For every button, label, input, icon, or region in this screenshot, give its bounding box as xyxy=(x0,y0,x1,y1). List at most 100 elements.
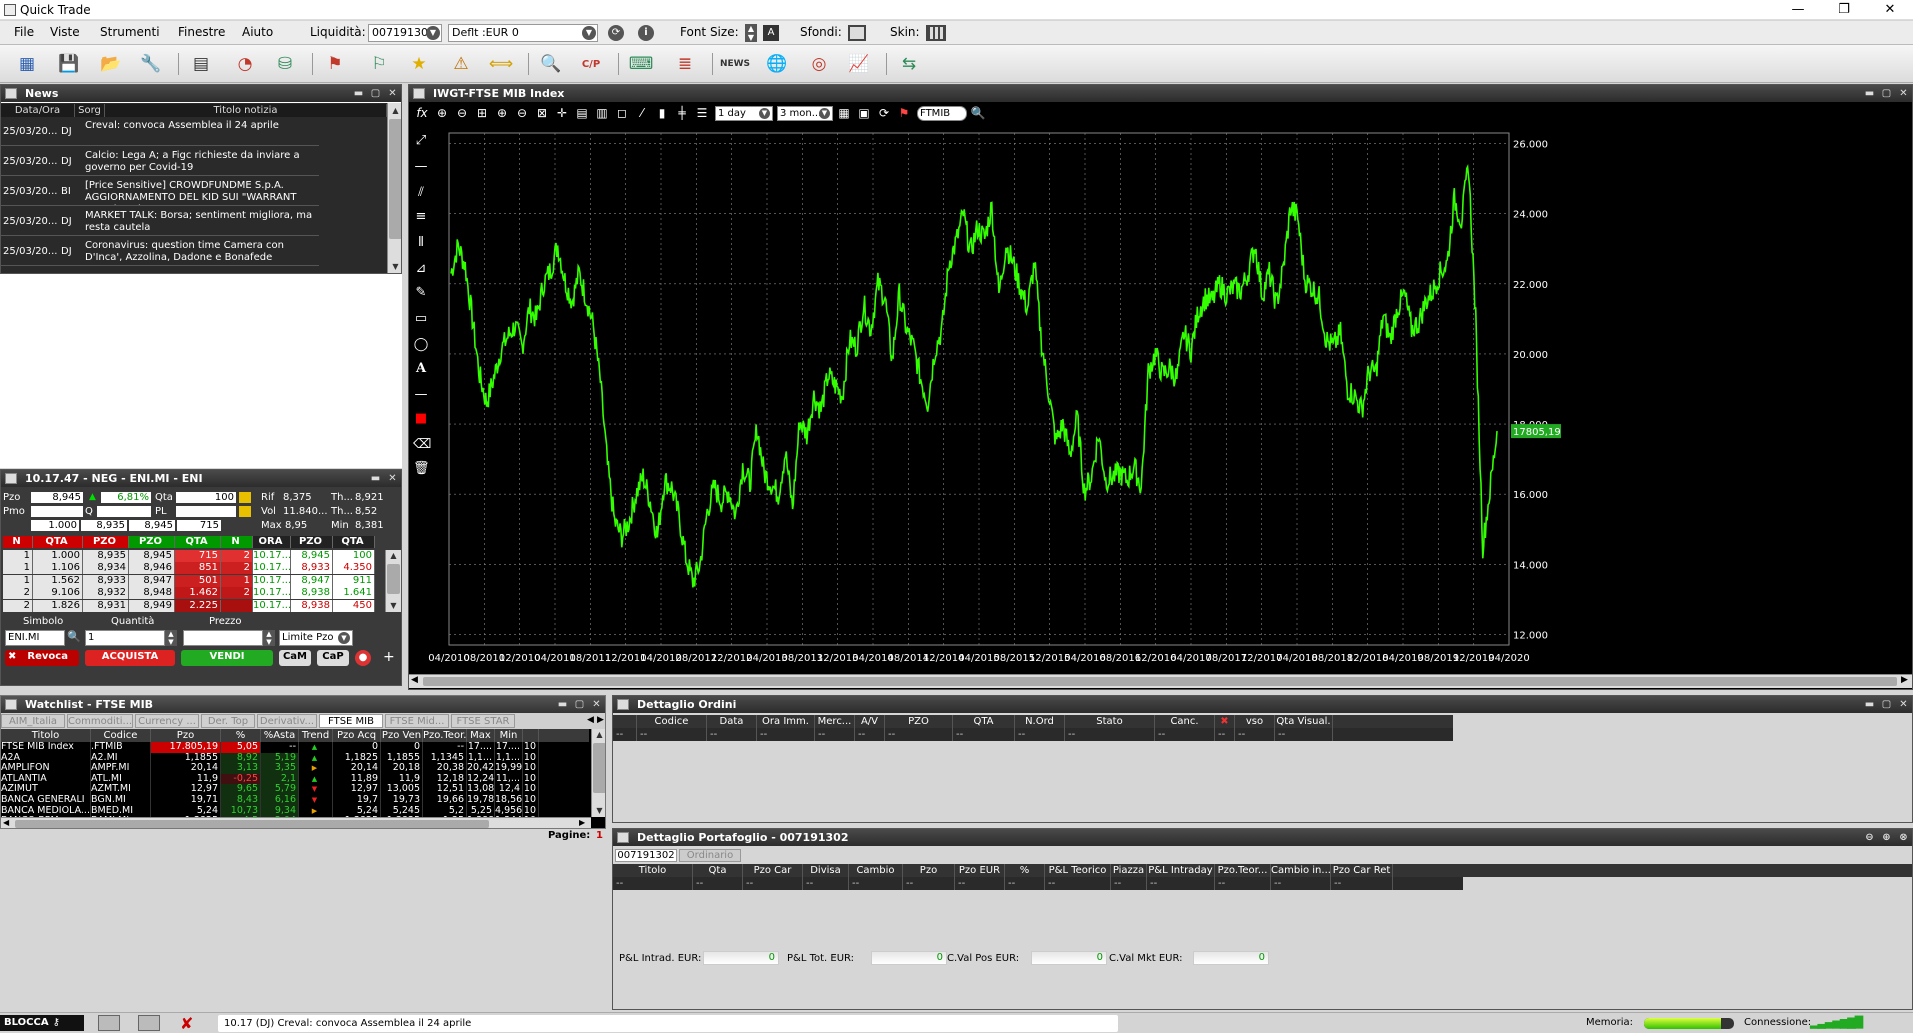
minimize-icon[interactable]: ▬ xyxy=(352,87,365,100)
sync-icon[interactable]: ⇆ xyxy=(894,51,924,77)
col-header[interactable]: Piazza xyxy=(1111,864,1147,877)
close-icon[interactable]: ✕ xyxy=(590,698,603,711)
symbol-input[interactable]: ENI.MI xyxy=(5,630,65,646)
chevron-down-icon[interactable]: ▼ xyxy=(819,108,830,119)
news-row[interactable]: 25/03/20... DJ Calcio: Lega A; a Figc rich… xyxy=(1,148,319,176)
scroll-down-icon[interactable]: ▼ xyxy=(592,805,605,817)
vgrid-icon[interactable]: ▥ xyxy=(593,103,611,123)
quantity-stepper[interactable]: ▲ ▼ xyxy=(165,630,177,646)
col-header[interactable]: Titolo xyxy=(613,864,693,877)
close-icon[interactable]: ⊗ xyxy=(1897,831,1910,844)
minimize-button[interactable]: — xyxy=(1775,0,1821,20)
add-icon[interactable]: + xyxy=(383,649,395,665)
scroll-right-icon[interactable]: ▶ xyxy=(1901,675,1908,685)
cancel-all-icon[interactable]: ✖ xyxy=(1215,715,1235,728)
close-icon[interactable]: ✕ xyxy=(386,87,399,100)
minimize-icon[interactable]: ▬ xyxy=(369,472,382,485)
scroll-down-icon[interactable]: ▼ xyxy=(388,261,401,273)
close-icon[interactable]: ✕ xyxy=(1897,87,1910,100)
col-header[interactable]: Sorg xyxy=(75,104,105,117)
watchlist-hscrollbar[interactable]: ◀ ▶ xyxy=(1,817,591,828)
col-header[interactable]: Pzo.Teor... xyxy=(1215,864,1271,877)
close-button[interactable]: ✕ xyxy=(1867,0,1913,20)
buy-flag-icon[interactable]: ⚐ xyxy=(364,51,394,77)
zoom-in-icon[interactable]: ⊕ xyxy=(433,103,451,123)
search-icon[interactable]: 🔍 xyxy=(67,630,81,643)
zoom-y-icon[interactable]: ⊖ xyxy=(513,103,531,123)
tab-scroll-right-icon[interactable]: ▶ xyxy=(597,715,604,725)
close-icon[interactable]: ✕ xyxy=(386,472,399,485)
quantity-input[interactable]: 1 xyxy=(85,630,165,646)
chart-canvas[interactable]: 04/201008/201012/201004/201108/201112/20… xyxy=(409,125,1913,673)
col-header[interactable]: Qta Visual. xyxy=(1275,715,1333,728)
save-icon[interactable]: ▣ xyxy=(855,103,873,123)
tab-derivativ-[interactable]: Derivativ... xyxy=(257,714,317,728)
scroll-left-icon[interactable]: ◀ xyxy=(3,818,9,827)
book-row[interactable]: 1 1.000 8,935 8,945 715 2 10.17... 8,945 100 xyxy=(3,550,375,562)
watchlist-row[interactable]: BANCA MEDIOLA... BMED.MI 5,24 10,73 9,34 ▶ 5,2… xyxy=(1,805,539,817)
col-header[interactable] xyxy=(523,729,539,742)
function-icon[interactable]: fx xyxy=(413,103,431,123)
restore-icon[interactable]: ⊕ xyxy=(1880,831,1893,844)
search-icon[interactable]: 🔍 xyxy=(969,103,987,123)
col-header[interactable]: Titolo xyxy=(1,729,91,742)
news-scrollbar[interactable]: ▲ ▼ xyxy=(387,103,401,273)
call-put-icon[interactable]: C/P xyxy=(576,51,606,77)
col-header[interactable]: A/V xyxy=(855,715,885,728)
bars-icon[interactable]: ╪ xyxy=(673,103,691,123)
scroll-thumb[interactable] xyxy=(423,677,1897,686)
col-header[interactable]: Pzo Car Ret xyxy=(1331,864,1393,877)
chart-hscrollbar[interactable]: ◀ ▶ xyxy=(409,674,1912,688)
watchlist-row[interactable]: AZIMUT AZMT.MI 12,97 9,65 5,79 ▼ 12,97 13,005 12… xyxy=(1,784,539,795)
news-row[interactable]: 25/03/20... DJ MARKET TALK: Borsa; sentime… xyxy=(1,208,319,236)
folder-icon[interactable]: 📂 xyxy=(96,51,126,77)
news-ticker[interactable]: 10.17 (DJ) Creval: convoca Assemblea il … xyxy=(218,1015,1118,1032)
col-header[interactable]: QTA xyxy=(953,715,1015,728)
scroll-up-icon[interactable]: ▲ xyxy=(388,105,401,117)
price-input[interactable] xyxy=(183,630,263,646)
minimize-icon[interactable]: ▬ xyxy=(1863,87,1876,100)
col-header[interactable]: Merc... xyxy=(815,715,855,728)
col-header[interactable]: Min xyxy=(495,729,523,742)
news-row[interactable]: 25/03/20... BI [Price Sensitive] CROWDFUND… xyxy=(1,178,319,206)
book-row[interactable]: 1 1.106 8,934 8,946 851 2 10.17... 8,933 4.350 xyxy=(3,562,375,575)
background-icon[interactable] xyxy=(848,25,866,41)
scroll-up-icon[interactable]: ▲ xyxy=(592,729,605,741)
chevron-down-icon[interactable]: ▼ xyxy=(759,108,770,119)
scroll-left-icon[interactable]: ◀ xyxy=(411,675,418,685)
acquista-button[interactable]: ACQUISTA xyxy=(85,650,175,666)
scroll-thumb[interactable] xyxy=(593,743,605,793)
close-icon[interactable]: ✕ xyxy=(1897,698,1910,711)
qty-stepper-icon[interactable] xyxy=(239,492,251,503)
save-icon[interactable]: 💾 xyxy=(54,51,84,77)
col-header[interactable]: Qta xyxy=(693,864,743,877)
menu-finestre[interactable]: Finestre xyxy=(178,25,225,39)
candle-icon[interactable]: ▮ xyxy=(653,103,671,123)
book-row[interactable]: 1 1.562 8,933 8,947 501 1 10.17... 8,947 911 xyxy=(3,574,375,587)
monitor-icon[interactable]: ▦ xyxy=(12,51,42,77)
book-row[interactable]: 2 9.106 8,932 8,948 1.462 2 10.17... 8,938 1.641 xyxy=(3,587,375,600)
alert-icon[interactable]: ⚠ xyxy=(446,51,476,77)
tab-der-top[interactable]: Der. Top xyxy=(201,714,255,728)
star-icon[interactable]: ★ xyxy=(404,51,434,77)
tools-icon[interactable]: 🔧 xyxy=(136,51,166,77)
portfolio-icon[interactable]: ⛁ xyxy=(270,51,300,77)
window-chart-icon[interactable]: ◻ xyxy=(613,103,631,123)
alert-icon[interactable]: ⚑ xyxy=(895,103,913,123)
zoom-reset-icon[interactable]: ⊠ xyxy=(533,103,551,123)
tab-ordinario[interactable]: Ordinario xyxy=(679,849,741,862)
maximize-button[interactable]: ❐ xyxy=(1821,0,1867,20)
ticker-icon[interactable]: ≣ xyxy=(670,51,700,77)
pie-chart-icon[interactable]: ◔ xyxy=(230,51,260,77)
col-header[interactable]: Cambio in... xyxy=(1271,864,1331,877)
restore-icon[interactable]: ▢ xyxy=(1880,698,1893,711)
keyboard-icon[interactable]: ⌨ xyxy=(626,51,656,77)
font-icon[interactable]: A xyxy=(763,25,779,41)
tab-ftse-star[interactable]: FTSE STAR xyxy=(451,714,515,728)
watchlist-row[interactable]: FTSE MIB Index .FTMIB 17.805,19 5,05 -- ▲ 0 0 --… xyxy=(1,742,539,753)
grid-icon[interactable]: ▤ xyxy=(573,103,591,123)
col-header[interactable]: Pzo xyxy=(151,729,221,742)
font-size-stepper[interactable]: ▲ ▼ xyxy=(745,24,757,42)
watchlist-row[interactable]: ATLANTIA ATL.MI 11,9 -0,25 2,1 ▲ 11,89 11,9 12,1… xyxy=(1,773,539,785)
col-header[interactable]: Canc. xyxy=(1155,715,1215,728)
